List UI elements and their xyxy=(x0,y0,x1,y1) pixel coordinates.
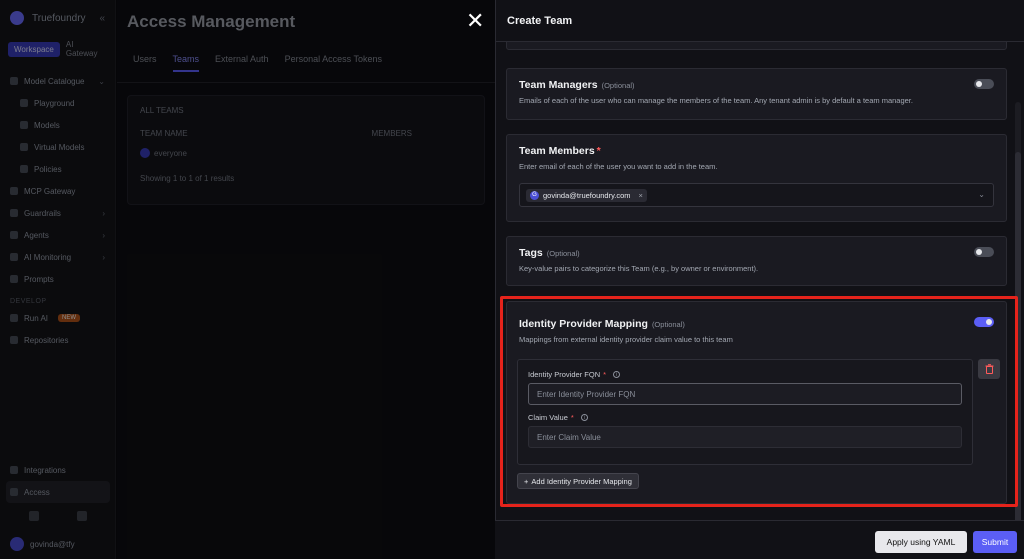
member-email: govinda@truefoundry.com xyxy=(543,190,631,200)
delete-mapping-button[interactable] xyxy=(978,359,1000,379)
team-managers-toggle[interactable] xyxy=(974,79,994,89)
info-icon[interactable]: i xyxy=(580,414,588,421)
mapping-entry: Identity Provider FQN* i Claim Value* i xyxy=(517,359,973,465)
team-managers-card: Team Managers (Optional) Emails of each o… xyxy=(506,68,1007,120)
info-icon[interactable]: i xyxy=(613,371,621,378)
fqn-label: Identity Provider FQN * i xyxy=(528,370,962,379)
chevron-down-icon[interactable]: ⌄ xyxy=(978,190,985,199)
drawer-title: Create Team xyxy=(496,0,1024,42)
team-managers-title: Team Managers (Optional) xyxy=(519,79,635,91)
remove-chip-icon[interactable]: × xyxy=(639,191,643,200)
identity-provider-mapping-description: Mappings from external identity provider… xyxy=(519,335,733,344)
add-identity-provider-mapping-button[interactable]: + Add Identity Provider Mapping xyxy=(517,473,639,489)
identity-provider-mapping-title: Identity Provider Mapping (Optional) xyxy=(519,318,685,330)
team-members-description: Enter email of each of the user you want… xyxy=(519,162,718,171)
apply-using-yaml-button[interactable]: Apply using YAML xyxy=(875,531,967,553)
team-members-card: Team Members * Enter email of each of the… xyxy=(506,134,1007,222)
identity-provider-mapping-toggle[interactable] xyxy=(974,317,994,327)
close-icon[interactable]: ✕ xyxy=(466,8,484,34)
scrollbar-thumb[interactable] xyxy=(1015,152,1021,520)
team-managers-description: Emails of each of the user who can manag… xyxy=(519,96,913,105)
tags-description: Key-value pairs to categorize this Team … xyxy=(519,264,759,273)
user-avatar-icon: G xyxy=(530,190,539,200)
submit-button[interactable]: Submit xyxy=(973,531,1017,553)
add-mapping-label: Add Identity Provider Mapping xyxy=(531,476,632,486)
trash-icon xyxy=(985,364,993,374)
modal-backdrop[interactable] xyxy=(0,0,495,559)
previous-card-edge xyxy=(506,42,1007,50)
app-root: Truefoundry « Workspace AI Gateway Model… xyxy=(0,0,1024,559)
member-chip: G govinda@truefoundry.com × xyxy=(526,188,647,202)
team-members-title: Team Members * xyxy=(519,145,601,157)
plus-icon: + xyxy=(524,476,529,486)
tags-toggle[interactable] xyxy=(974,247,994,257)
tags-title: Tags (Optional) xyxy=(519,247,580,259)
drawer-footer: Apply using YAML Submit xyxy=(495,520,1024,559)
team-members-select[interactable]: G govinda@truefoundry.com × ⌄ xyxy=(519,183,994,207)
claim-value-label: Claim Value * i xyxy=(528,413,962,422)
identity-provider-fqn-input[interactable] xyxy=(528,383,962,405)
tags-card: Tags (Optional) Key-value pairs to catego… xyxy=(506,236,1007,286)
claim-value-input[interactable] xyxy=(528,426,962,448)
